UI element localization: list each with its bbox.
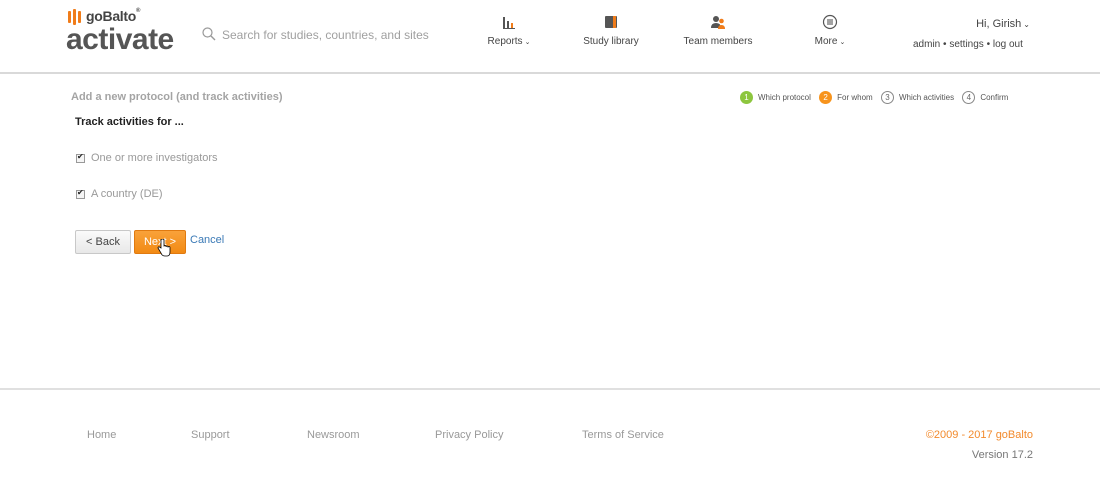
book-icon [605, 16, 617, 28]
country-label: A country (DE) [91, 188, 163, 201]
footer-link-home[interactable]: Home [87, 429, 116, 441]
option-country: A country (DE) [76, 188, 163, 202]
nav-more-label: More [814, 36, 838, 47]
step-number: 3 [880, 91, 894, 104]
nav-reports[interactable]: Reports ⌄ [484, 14, 534, 47]
search-box [202, 26, 442, 44]
page-title: Add a new protocol (and track activities… [71, 91, 283, 103]
nav-reports-label: Reports [487, 36, 523, 47]
version: Version 17.2 [971, 449, 1033, 461]
step-which-protocol: 1 Which protocol [740, 91, 811, 104]
nav-study-library-label: Study library [583, 36, 639, 47]
chevron-down-icon: ⌄ [839, 39, 846, 46]
separator: • [986, 39, 991, 50]
step-for-whom: 2 For whom [819, 91, 873, 104]
settings-link[interactable]: settings [949, 39, 983, 50]
chevron-down-icon: ⌄ [1023, 20, 1030, 29]
footer-link-privacy-policy[interactable]: Privacy Policy [435, 429, 503, 441]
step-label: For whom [837, 93, 873, 102]
logo-text-activate: activate [66, 23, 174, 56]
section-heading: Track activities for ... [75, 116, 184, 128]
step-label: Which protocol [758, 93, 811, 102]
footer-link-support[interactable]: Support [191, 429, 230, 441]
wizard-steps: 1 Which protocol 2 For whom 3 Which activit… [740, 91, 1008, 105]
step-number: 4 [962, 91, 976, 104]
user-greeting-menu[interactable]: Hi, Girish ⌄ [976, 18, 1030, 30]
gobalto-activate-logo[interactable]: goBalto® activate [66, 8, 186, 60]
menu-circle-icon [822, 14, 838, 30]
chevron-down-icon: ⌄ [524, 39, 531, 46]
country-checkbox[interactable] [76, 188, 85, 199]
nav-team-members[interactable]: Team members [680, 14, 756, 47]
step-which-activities: 3 Which activities [880, 91, 955, 104]
back-button[interactable]: < Back [75, 230, 131, 254]
logout-link[interactable]: log out [993, 39, 1023, 50]
nav-more[interactable]: More ⌄ [810, 14, 850, 47]
separator: • [943, 39, 947, 50]
step-label: Which activities [898, 93, 955, 102]
next-button[interactable]: Next > [134, 230, 186, 254]
top-header: goBalto® activate Reports⌄ Study library [0, 0, 1100, 74]
search-input[interactable] [222, 26, 442, 44]
user-greeting: Hi, Girish [976, 18, 1022, 30]
admin-link[interactable]: admin [913, 39, 940, 50]
team-icon [711, 16, 725, 29]
nav-team-members-label: Team members [683, 36, 753, 47]
nav-study-library[interactable]: Study library [580, 14, 642, 47]
option-investigators: One or more investigators [76, 152, 218, 166]
step-confirm: 4 Confirm [962, 91, 1008, 104]
step-number: 1 [740, 91, 753, 104]
page-footer: Home Support Newsroom Privacy Policy Ter… [0, 388, 1100, 496]
search-icon[interactable] [202, 27, 216, 41]
footer-link-terms-of-service[interactable]: Terms of Service [582, 429, 664, 441]
step-number: 2 [819, 91, 833, 104]
investigators-label: One or more investigators [91, 152, 218, 165]
user-links: admin • settings • log out [913, 39, 1023, 50]
footer-link-newsroom[interactable]: Newsroom [307, 429, 360, 441]
cancel-link[interactable]: Cancel [190, 234, 224, 246]
bar-chart-icon [503, 17, 515, 29]
step-label: Confirm [980, 93, 1009, 102]
copyright: ©2009 - 2017 goBalto [925, 429, 1033, 441]
investigators-checkbox[interactable] [76, 152, 85, 163]
